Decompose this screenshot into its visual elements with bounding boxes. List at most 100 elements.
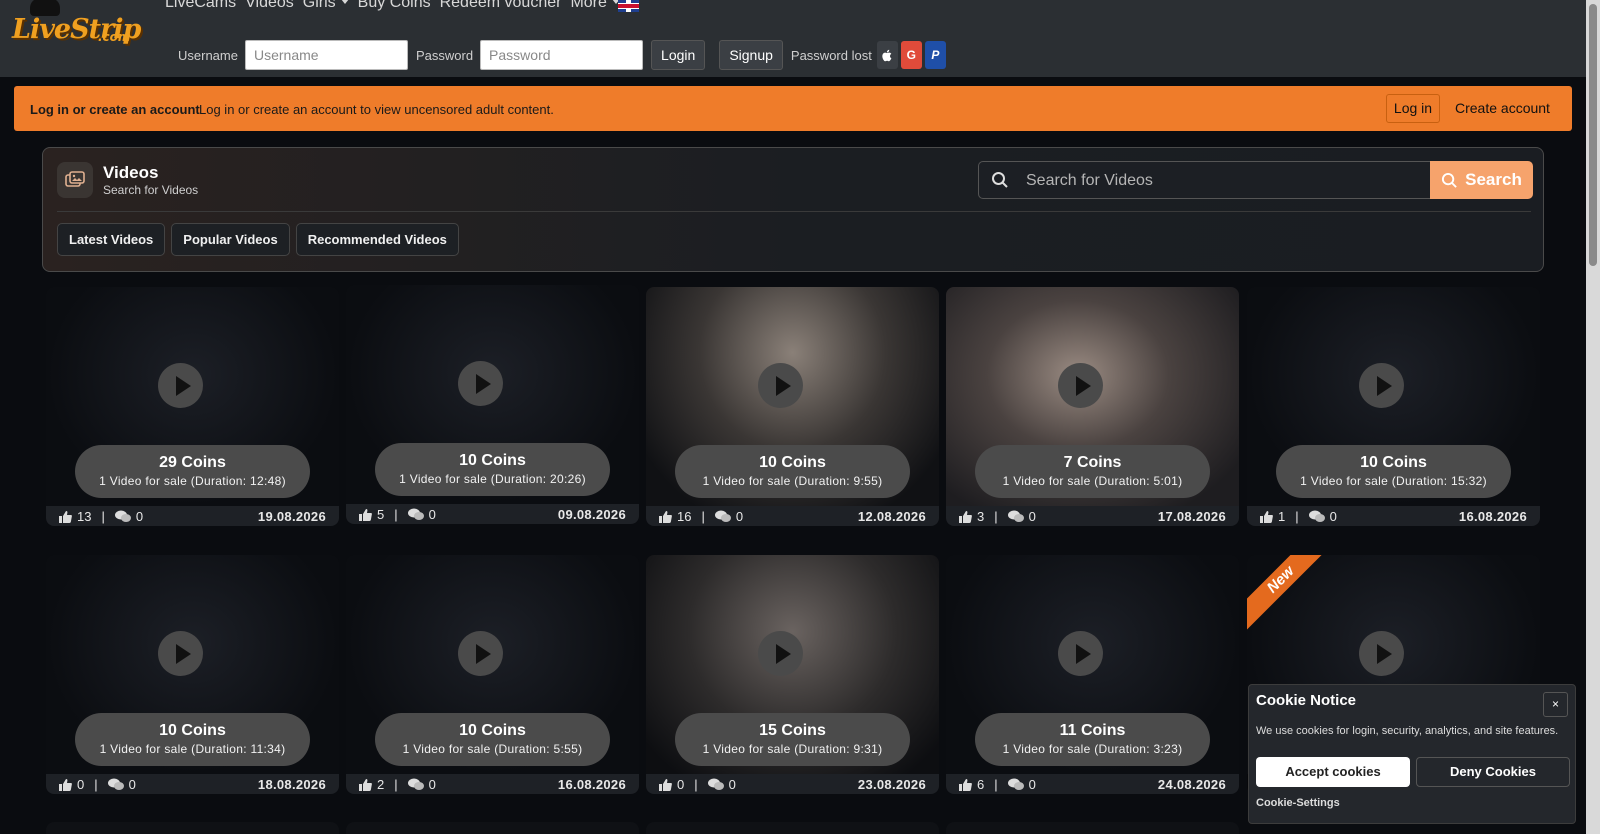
play-icon[interactable] (458, 361, 503, 406)
video-price: 11 Coins (1059, 722, 1126, 739)
video-date: 23.08.2026 (857, 777, 926, 792)
accept-cookies-button[interactable]: Accept cookies (1256, 757, 1410, 787)
video-tabs: Latest Videos Popular Videos Recommended… (57, 223, 459, 256)
nav-livecams[interactable]: LiveCams (165, 0, 236, 14)
thumbs-up-icon (959, 778, 972, 791)
site-logo[interactable]: LiveStrip .com (10, 0, 141, 48)
videos-gallery-icon (57, 162, 93, 198)
video-card-peek (46, 822, 339, 834)
create-account-link[interactable]: Create account (1455, 100, 1550, 116)
like-count: 13 (77, 509, 92, 524)
login-button[interactable]: Login (651, 40, 706, 70)
video-card[interactable]: 10 Coins 1 Video for sale (Duration: 5:5… (346, 555, 639, 794)
comments-icon (1007, 778, 1024, 790)
search-placeholder: Search for Videos (1026, 172, 1153, 189)
video-date: 19.08.2026 (257, 509, 326, 524)
play-icon[interactable] (158, 631, 203, 676)
price-badge: 11 Coins 1 Video for sale (Duration: 3:2… (975, 713, 1210, 766)
apple-login-icon[interactable] (876, 41, 898, 69)
price-badge: 29 Coins 1 Video for sale (Duration: 12:… (75, 445, 310, 498)
videos-subtitle: Search for Videos (103, 183, 199, 197)
play-icon[interactable] (1359, 631, 1404, 676)
comment-count: 0 (1028, 777, 1036, 792)
videos-title: Videos (103, 163, 159, 182)
play-icon[interactable] (158, 363, 203, 408)
video-price: 7 Coins (1063, 454, 1122, 471)
stats-separator: | (994, 509, 998, 524)
price-badge: 10 Coins 1 Video for sale (Duration: 15:… (1276, 445, 1511, 498)
video-search-input[interactable]: Search for Videos (978, 161, 1430, 199)
search-button-icon (1442, 172, 1457, 188)
video-date: 16.08.2026 (1458, 509, 1527, 524)
top-header: LiveStrip .com LiveCams Videos Girls Buy… (0, 0, 1586, 77)
stats-separator: | (1295, 509, 1299, 524)
video-card[interactable]: 10 Coins 1 Video for sale (Duration: 15:… (1247, 287, 1540, 526)
tab-latest-videos[interactable]: Latest Videos (57, 223, 166, 256)
thumbs-up-icon (59, 778, 72, 791)
video-date: 18.08.2026 (257, 777, 326, 792)
login-notice-bar: Log in or create an account Log in or cr… (14, 86, 1572, 131)
price-badge: 15 Coins 1 Video for sale (Duration: 9:3… (675, 713, 910, 766)
video-date: 24.08.2026 (1157, 777, 1226, 792)
video-date: 09.08.2026 (557, 507, 626, 522)
video-stats: 6 | 0 24.08.2026 (946, 774, 1239, 794)
thumbs-up-icon (959, 510, 972, 523)
uk-flag-icon[interactable] (618, 0, 639, 12)
video-info: 1 Video for sale (Duration: 11:34) (99, 742, 286, 756)
video-card[interactable]: 7 Coins 1 Video for sale (Duration: 5:01… (946, 287, 1239, 526)
page-scrollbar[interactable] (1586, 0, 1600, 834)
password-lost-link[interactable]: Password lost (791, 48, 872, 63)
paypal-login-icon[interactable]: P (924, 41, 946, 69)
play-icon[interactable] (758, 631, 803, 676)
nav-girls-dropdown[interactable]: Girls (303, 0, 349, 14)
stats-separator: | (701, 509, 705, 524)
video-card[interactable]: 11 Coins 1 Video for sale (Duration: 3:2… (946, 555, 1239, 794)
google-login-icon[interactable]: G (900, 41, 922, 69)
nav-videos[interactable]: Videos (245, 0, 294, 14)
username-input[interactable]: Username (244, 40, 408, 70)
nav-buy-coins[interactable]: Buy Coins (358, 0, 431, 14)
cookie-notice: Cookie Notice × We use cookies for login… (1248, 684, 1576, 824)
thumbs-up-icon (659, 510, 672, 523)
nav-more-dropdown[interactable]: More (570, 0, 619, 14)
video-price: 10 Coins (1360, 454, 1427, 471)
close-icon[interactable]: × (1543, 692, 1568, 717)
cookie-settings-link[interactable]: Cookie-Settings (1256, 797, 1340, 809)
thumbs-up-icon (59, 510, 72, 523)
play-icon[interactable] (1359, 363, 1404, 408)
thumbs-up-icon (359, 508, 372, 521)
cookie-text: We use cookies for login, security, anal… (1256, 725, 1559, 737)
video-card[interactable]: 10 Coins 1 Video for sale (Duration: 20:… (346, 285, 639, 524)
like-count: 5 (377, 507, 385, 522)
comment-count: 0 (1329, 509, 1337, 524)
scrollbar-thumb[interactable] (1589, 4, 1597, 266)
video-card[interactable]: 10 Coins 1 Video for sale (Duration: 11:… (46, 555, 339, 794)
nav-redeem-voucher[interactable]: Redeem voucher (440, 0, 562, 14)
notice-login-button[interactable]: Log in (1386, 94, 1440, 123)
video-info: 1 Video for sale (Duration: 15:32) (1300, 474, 1487, 488)
play-icon[interactable] (758, 363, 803, 408)
video-stats: 13 | 0 19.08.2026 (46, 506, 339, 526)
play-icon[interactable] (1058, 363, 1103, 408)
video-price: 10 Coins (759, 454, 826, 471)
video-info: 1 Video for sale (Duration: 5:01) (1002, 474, 1183, 488)
video-card-peek (646, 822, 939, 834)
video-card[interactable]: 15 Coins 1 Video for sale (Duration: 9:3… (646, 555, 939, 794)
videos-panel: Videos Search for Videos Search for Vide… (42, 147, 1544, 272)
tab-recommended-videos[interactable]: Recommended Videos (295, 223, 459, 256)
password-input[interactable]: Password (480, 40, 644, 70)
comments-icon (707, 778, 724, 790)
play-icon[interactable] (458, 631, 503, 676)
video-date: 17.08.2026 (1157, 509, 1226, 524)
video-card[interactable]: 29 Coins 1 Video for sale (Duration: 12:… (46, 287, 339, 526)
deny-cookies-button[interactable]: Deny Cookies (1416, 757, 1570, 787)
notice-message: Log in or create an account to view unce… (199, 102, 554, 117)
tab-popular-videos[interactable]: Popular Videos (171, 223, 290, 256)
video-info: 1 Video for sale (Duration: 20:26) (399, 472, 586, 486)
video-card[interactable]: 10 Coins 1 Video for sale (Duration: 9:5… (646, 287, 939, 526)
search-button[interactable]: Search (1430, 161, 1533, 199)
play-icon[interactable] (1058, 631, 1103, 676)
video-stats: 2 | 0 16.08.2026 (346, 774, 639, 794)
video-info: 1 Video for sale (Duration: 9:31) (702, 742, 883, 756)
signup-button[interactable]: Signup (719, 40, 783, 70)
